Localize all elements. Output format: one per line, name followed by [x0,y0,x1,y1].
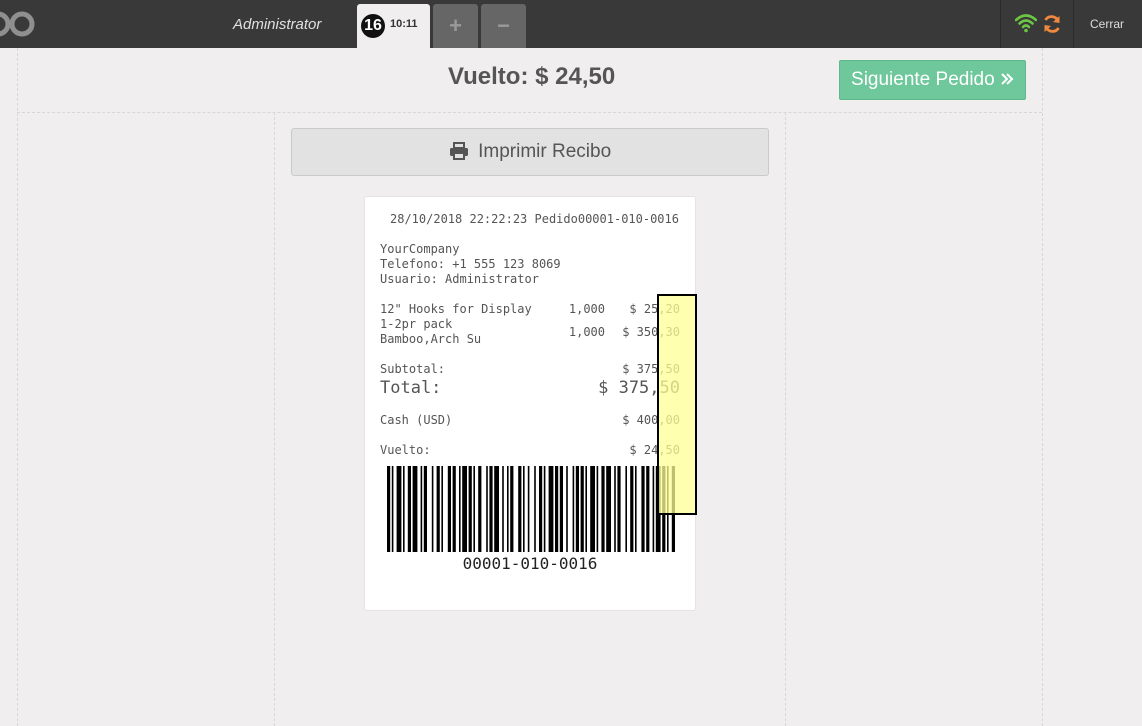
barcode-bar [539,466,543,552]
barcode-bar [575,466,579,552]
barcode-bar [635,466,637,552]
barcode-bar [473,466,475,552]
order-time: 10:11 [390,18,418,30]
barcode-bar [387,466,391,552]
guide-line [17,48,18,726]
barcode-bar [494,466,499,552]
barcode-bar [617,466,621,552]
barcode-bar [507,466,509,552]
barcode-bar [572,466,575,552]
receipt-company: YourCompany [380,242,460,256]
order-number-badge: 16 [361,14,385,38]
barcode-bar [606,466,611,552]
print-receipt-label: Imprimir Recibo [478,141,612,162]
divider [1073,0,1074,48]
double-chevron-right-icon [1001,73,1014,85]
total-label: Total: [380,378,442,398]
barcode-bar [391,466,394,552]
barcode-bar [489,466,493,552]
user-name[interactable]: Administrator [233,16,321,33]
barcode-bar [412,466,418,552]
barcode-bar [452,466,456,552]
barcode-bar [523,466,525,552]
top-bar: Administrator 16 10:11 + − Cerrar [0,0,1142,48]
barcode-bar [420,466,423,552]
barcode-bar [534,466,536,552]
barcode-number: 00001-010-0016 [462,554,598,573]
divider [1000,0,1001,48]
barcode-bar [641,466,645,552]
receipt-line-name: 12" Hooks for Display [380,302,532,316]
barcode-bar [486,466,488,552]
receipt-line-name: 1-2pr pack [380,317,453,331]
next-order-button[interactable]: Siguiente Pedido [839,60,1026,100]
sync-icon[interactable] [1042,14,1062,34]
barcode-bar [502,466,504,552]
barcode-bar [614,466,616,552]
barcode-bar [462,466,467,552]
barcode-bar [423,466,427,552]
barcode-bar [459,466,461,552]
barcode-bar [596,466,599,552]
barcode-bar [630,466,634,552]
payment-label: Cash (USD) [380,413,453,427]
receipt-header-line: 28/10/2018 22:22:23 Pedido00001-010-0016 [390,212,679,226]
odoo-logo [0,11,35,37]
barcode-bar [559,466,563,552]
receipt-line-name-cont: Bamboo,Arch Su [380,332,482,346]
barcode-bar [447,466,451,552]
change-amount: Vuelto: $ 24,50 [448,63,616,90]
barcode-bar [527,466,530,552]
wifi-icon[interactable] [1015,13,1037,33]
barcode-bar [590,466,595,552]
barcode-bar [566,466,568,552]
barcode-bar [543,466,546,552]
new-order-button[interactable]: + [433,4,478,48]
guide-line [274,112,275,726]
barcode-bar [646,466,650,552]
barcode-bar [436,466,440,552]
barcode-bar [625,466,627,552]
receipt: 28/10/2018 22:22:23 Pedido00001-010-0016… [364,196,696,611]
barcode-bar [510,466,514,552]
barcode-bar [548,466,554,552]
barcode-bar [441,466,443,552]
barcode-bar [580,466,584,552]
close-button[interactable]: Cerrar [1090,17,1124,31]
receipt-user: Usuario: Administrator [380,272,539,286]
print-receipt-button[interactable]: Imprimir Recibo [291,128,769,176]
guide-line [1042,48,1043,726]
barcode-bar [555,466,559,552]
status-indicators [1015,13,1063,35]
barcode-bar [431,466,434,552]
next-order-label: Siguiente Pedido [851,69,995,90]
barcode-bar [403,466,405,552]
printer-icon [449,142,468,160]
barcode-bar [601,466,605,552]
receipt-phone: Telefono: +1 555 123 8069 [380,257,561,271]
guide-line [17,112,1042,113]
barcode-bar [585,466,587,552]
barcode-bar [407,466,411,552]
barcode-bar [396,466,402,552]
guide-line [785,112,786,726]
barcode-bar [652,466,655,552]
barcode-bar [518,466,522,552]
barcode-bar [478,466,482,552]
change-label: Vuelto: [380,443,431,457]
selection-highlight [657,294,697,515]
barcode [387,466,675,552]
barcode-bar [468,466,472,552]
order-tab[interactable]: 16 10:11 [357,4,430,48]
delete-order-button[interactable]: − [481,4,526,48]
subtotal-label: Subtotal: [380,362,446,376]
